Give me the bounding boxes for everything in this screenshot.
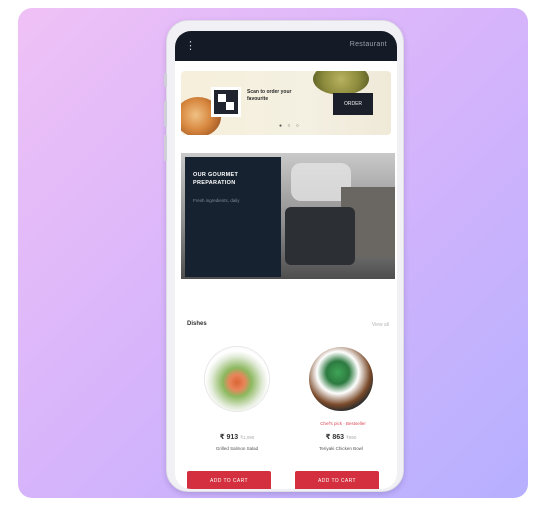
menu-section: Dishes View all ₹ 913 ₹1,090 Grilled Salm… [181, 313, 395, 489]
feature-title: OUR GOURMET PREPARATION [193, 172, 239, 186]
feature-subtitle: Fresh ingredients, daily [193, 198, 240, 203]
dish-price-old: ₹1,090 [240, 435, 255, 440]
dish-name: Teriyaki Chicken Bowl [319, 446, 363, 451]
dish-price-current: ₹ 913 [219, 434, 239, 441]
app-header: ⋮ Restaurant [175, 31, 397, 61]
phone-screen: ⋮ Restaurant Scan to order your favourit… [175, 31, 397, 489]
header-right-text[interactable]: Restaurant [350, 41, 387, 48]
food-image [313, 71, 369, 95]
feature-text-panel: OUR GOURMET PREPARATION Fresh ingredient… [185, 157, 281, 277]
dish-card[interactable]: Chef's pick · Bestseller ₹ 863 ₹990 Teriy… [291, 341, 391, 489]
promo-badge: ORDER [333, 93, 373, 115]
dish-price-current: ₹ 863 [325, 434, 345, 441]
section-title: Dishes [187, 321, 207, 327]
dish-image[interactable] [205, 347, 269, 411]
promo-banner[interactable]: Scan to order your favourite ORDER ● ○ ○ [181, 71, 391, 135]
vertical-dots-icon[interactable]: ⋮ [185, 39, 196, 52]
phone-frame: ⋮ Restaurant Scan to order your favourit… [164, 20, 404, 492]
promo-headline: Scan to order your favourite [247, 89, 292, 102]
dish-price-old: ₹990 [346, 435, 357, 440]
qr-code-icon [211, 87, 241, 117]
add-to-cart-button[interactable]: ADD TO CART [295, 471, 379, 489]
dish-tag: Chef's pick · Bestseller [320, 421, 366, 426]
view-all-link[interactable]: View all [372, 322, 389, 328]
dish-price: ₹ 863 ₹990 [291, 433, 391, 441]
add-to-cart-button[interactable]: ADD TO CART [187, 471, 271, 489]
dish-price: ₹ 913 ₹1,090 [187, 433, 287, 441]
kitchen-image [285, 207, 355, 265]
phone-volume-down [164, 135, 167, 161]
phone-volume-up [164, 101, 167, 127]
carousel-dots[interactable]: ● ○ ○ [279, 123, 301, 129]
dish-image[interactable] [309, 347, 373, 411]
feature-banner[interactable]: OUR GOURMET PREPARATION Fresh ingredient… [181, 153, 395, 279]
dish-card[interactable]: ₹ 913 ₹1,090 Grilled Salmon Salad ADD TO … [187, 341, 287, 489]
dish-name: Grilled Salmon Salad [215, 446, 259, 451]
phone-side-button [164, 73, 167, 87]
